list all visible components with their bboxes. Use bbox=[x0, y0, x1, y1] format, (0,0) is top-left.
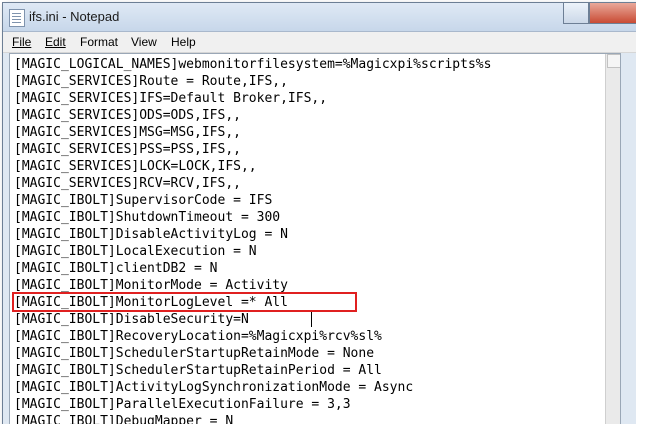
text-line: [MAGIC_IBOLT]LocalExecution = N bbox=[14, 244, 257, 259]
text-line: [MAGIC_IBOLT]DisableActivityLog = N bbox=[14, 227, 288, 242]
text-line: [MAGIC_IBOLT]SchedulerStartupRetainPerio… bbox=[14, 363, 382, 378]
vertical-scrollbar[interactable] bbox=[605, 54, 620, 426]
menu-edit-label: Edit bbox=[45, 35, 66, 49]
text-line: [MAGIC_SERVICES]RCV=RCV,IFS,, bbox=[14, 176, 241, 191]
window-title: ifs.ini - Notepad bbox=[29, 9, 120, 24]
text-caret bbox=[311, 312, 312, 327]
notepad-icon bbox=[9, 9, 25, 27]
text-line: [MAGIC_SERVICES]ODS=ODS,IFS,, bbox=[14, 108, 241, 123]
menu-help-label: Help bbox=[171, 35, 196, 49]
text-line: [MAGIC_IBOLT]ActivityLogSynchronizationM… bbox=[14, 380, 414, 395]
text-line: [MAGIC_SERVICES]IFS=Default Broker,IFS,, bbox=[14, 91, 328, 106]
scroll-up-arrow-icon[interactable] bbox=[607, 54, 620, 68]
torn-edge-right bbox=[636, 0, 650, 437]
text-line: [MAGIC_IBOLT]ParallelExecutionFailure = … bbox=[14, 397, 351, 412]
text-line: [MAGIC_IBOLT]ShutdownTimeout = 300 bbox=[14, 210, 281, 225]
close-button[interactable] bbox=[589, 3, 637, 24]
menu-help[interactable]: Help bbox=[171, 35, 196, 49]
menu-bar: File Edit Format View Help bbox=[3, 32, 637, 53]
text-line: [MAGIC_IBOLT]SupervisorCode = IFS bbox=[14, 193, 273, 208]
highlight-box bbox=[12, 292, 357, 312]
menu-format[interactable]: Format bbox=[80, 35, 118, 49]
text-editor[interactable]: [MAGIC_LOGICAL_NAMES]webmonitorfilesyste… bbox=[9, 53, 621, 427]
torn-edge-bottom bbox=[0, 424, 650, 438]
menu-view[interactable]: View bbox=[131, 35, 157, 49]
menu-file[interactable]: File bbox=[12, 35, 31, 49]
text-line: [MAGIC_IBOLT]RecoveryLocation=%Magicxpi%… bbox=[14, 329, 382, 344]
menu-file-label: File bbox=[12, 35, 32, 49]
text-line: [MAGIC_SERVICES]LOCK=LOCK,IFS,, bbox=[14, 159, 257, 174]
notepad-window: ifs.ini - Notepad File Edit Format View … bbox=[2, 2, 638, 428]
text-line: [MAGIC_IBOLT]DisableSecurity=N bbox=[14, 312, 249, 327]
text-line: [MAGIC_IBOLT]SchedulerStartupRetainMode … bbox=[14, 346, 375, 361]
text-line: [MAGIC_SERVICES]Route = Route,IFS,, bbox=[14, 74, 288, 89]
title-bar[interactable]: ifs.ini - Notepad bbox=[3, 3, 637, 32]
menu-view-label: View bbox=[131, 35, 157, 49]
menu-format-label: Format bbox=[80, 35, 119, 49]
text-line: [MAGIC_IBOLT]clientDB2 = N bbox=[14, 261, 218, 276]
text-line: [MAGIC_SERVICES]MSG=MSG,IFS,, bbox=[14, 125, 241, 140]
menu-edit[interactable]: Edit bbox=[45, 35, 66, 49]
text-line: [MAGIC_LOGICAL_NAMES]webmonitorfilesyste… bbox=[14, 57, 492, 72]
text-line: [MAGIC_SERVICES]PSS=PSS,IFS,, bbox=[14, 142, 241, 157]
minimize-button[interactable] bbox=[563, 3, 589, 24]
